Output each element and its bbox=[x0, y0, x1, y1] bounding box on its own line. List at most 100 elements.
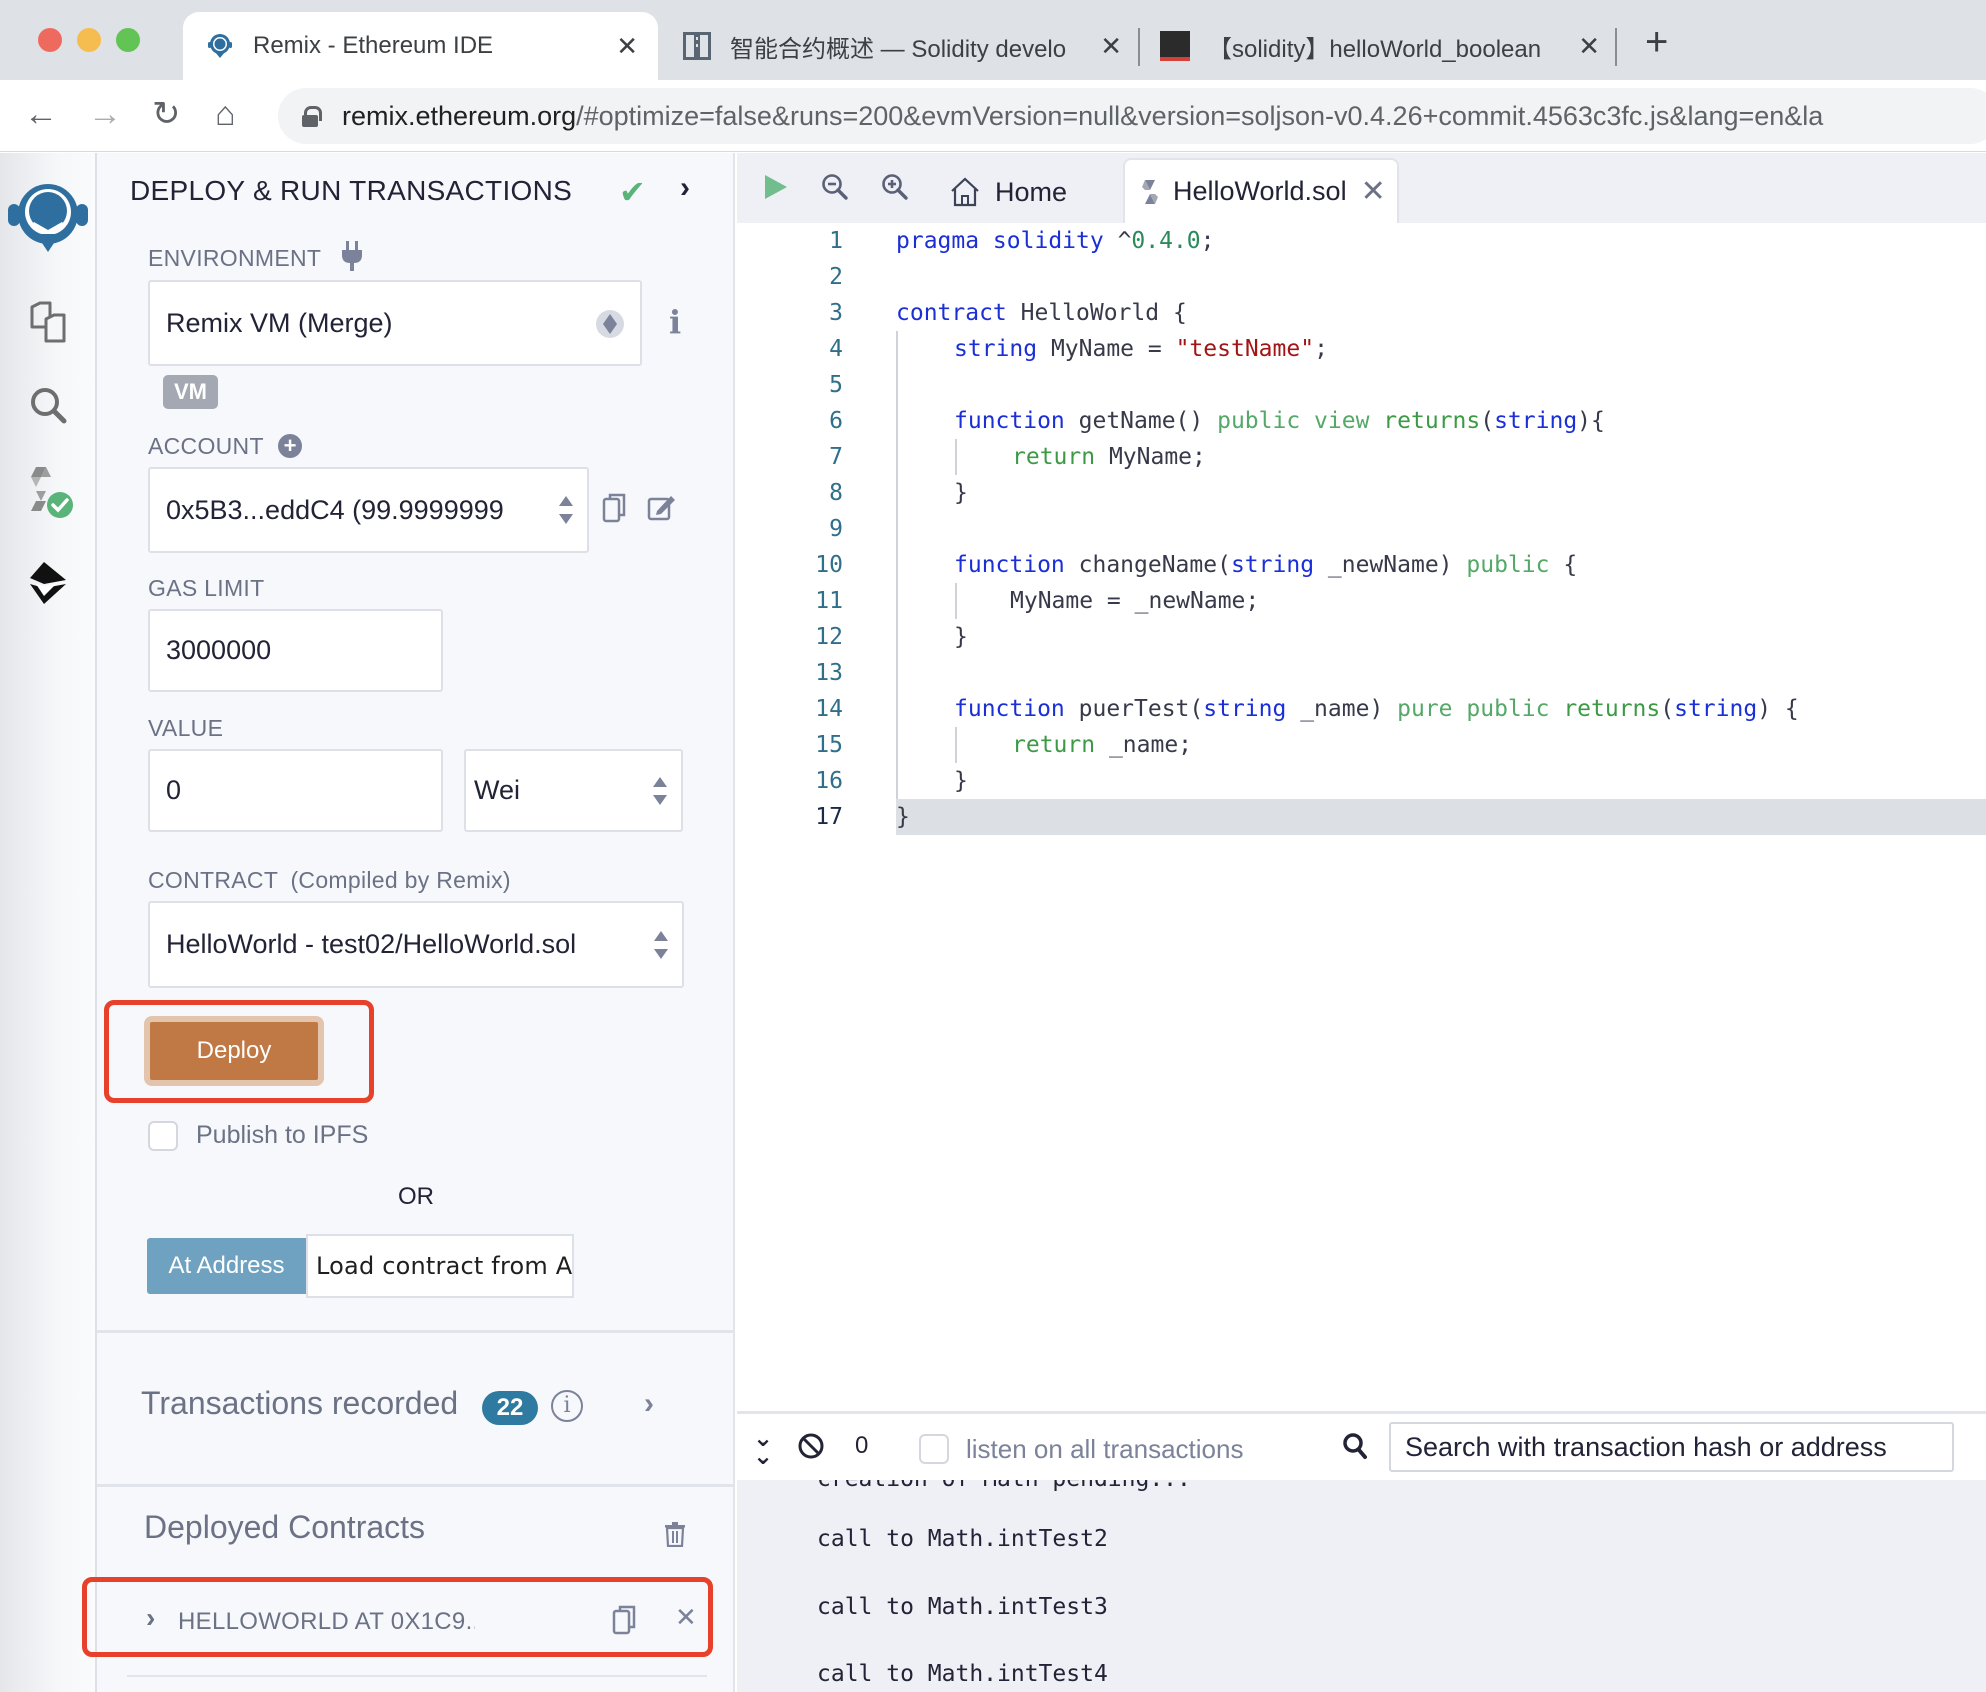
copy-icon[interactable] bbox=[602, 493, 628, 523]
remove-instance-icon[interactable]: ✕ bbox=[675, 1602, 697, 1633]
solidity-compiler-button[interactable] bbox=[0, 458, 95, 528]
chevron-right-icon[interactable]: › bbox=[680, 171, 690, 205]
terminal-output: creation of Math pending... call to Math… bbox=[737, 1480, 1986, 1692]
run-script-icon[interactable] bbox=[763, 173, 789, 201]
listen-all-checkbox[interactable] bbox=[919, 1434, 949, 1464]
close-tab-icon[interactable]: ✕ bbox=[1578, 31, 1600, 62]
gas-limit-value: 3000000 bbox=[166, 635, 272, 665]
divider bbox=[97, 1330, 733, 1333]
remix-home-button[interactable] bbox=[0, 171, 95, 261]
terminal-log-line: call to Math.intTest3 bbox=[817, 1594, 1108, 1620]
close-tab-icon[interactable]: ✕ bbox=[1100, 31, 1122, 62]
trash-icon[interactable] bbox=[664, 1521, 686, 1547]
code-editor[interactable]: 1 pragma solidity ^0.4.0; 2 3 contract Hel… bbox=[737, 223, 1986, 1412]
icon-panel bbox=[0, 153, 97, 1692]
value-unit-select[interactable]: Wei bbox=[464, 749, 683, 832]
new-tab-button[interactable]: + bbox=[1645, 22, 1668, 62]
line-number: 16 bbox=[815, 768, 843, 794]
code-line: 8} bbox=[737, 475, 1986, 511]
clear-console-icon[interactable] bbox=[797, 1432, 825, 1460]
listen-all-label: listen on all transactions bbox=[966, 1434, 1244, 1464]
expand-instance-icon[interactable]: › bbox=[146, 1602, 155, 1634]
search-button[interactable] bbox=[0, 375, 95, 435]
zoom-out-icon[interactable] bbox=[821, 173, 849, 201]
home-icon bbox=[951, 177, 979, 207]
contract-label: CONTRACT (Compiled by Remix) bbox=[148, 867, 511, 894]
select-arrows-icon bbox=[653, 776, 667, 805]
ethereum-deploy-icon bbox=[29, 562, 66, 604]
tab-title: 【solidity】helloWorld_boolean bbox=[1208, 35, 1542, 63]
line-number: 9 bbox=[829, 516, 843, 542]
tab-home[interactable]: Home bbox=[949, 163, 1067, 221]
value-unit: Wei bbox=[474, 775, 521, 805]
code-line: 2 bbox=[737, 259, 1986, 295]
environment-label: ENVIRONMENT bbox=[148, 245, 322, 271]
account-select[interactable]: 0x5B3...eddC4 (99.9999999 bbox=[148, 467, 589, 553]
add-account-icon[interactable]: + bbox=[278, 434, 302, 458]
line-number: 2 bbox=[829, 264, 843, 290]
files-icon bbox=[30, 301, 65, 343]
browser-tab-csdn[interactable]: 【solidity】helloWorld_boolean ✕ bbox=[1160, 12, 1600, 80]
deploy-run-button[interactable] bbox=[0, 548, 95, 618]
contract-sublabel: (Compiled by Remix) bbox=[290, 867, 511, 893]
load-address-input[interactable]: Load contract from Address bbox=[306, 1234, 574, 1298]
vm-badge: VM bbox=[163, 375, 218, 409]
environment-value: Remix VM (Merge) bbox=[166, 307, 393, 338]
account-value: 0x5B3...eddC4 (99.9999999 bbox=[166, 494, 504, 525]
browser-tab-solidity-docs[interactable]: 智能合约概述 — Solidity develo ✕ bbox=[682, 12, 1122, 80]
deploy-button[interactable]: Deploy bbox=[144, 1016, 324, 1086]
collapse-terminal-icon[interactable]: ⌄ ⌄ bbox=[753, 1427, 773, 1469]
publish-ipfs-checkbox[interactable] bbox=[148, 1121, 178, 1151]
search-icon bbox=[1343, 1433, 1367, 1459]
tab-home-label: Home bbox=[995, 176, 1068, 207]
browser-tab-remix[interactable]: Remix - Ethereum IDE ✕ bbox=[183, 12, 658, 80]
value-input[interactable]: 0 bbox=[148, 749, 443, 832]
contract-select[interactable]: HelloWorld - test02/HelloWorld.sol bbox=[148, 901, 684, 988]
window-minimize-button[interactable] bbox=[77, 28, 101, 52]
or-label: OR bbox=[398, 1183, 434, 1210]
terminal-search-input[interactable]: Search with transaction hash or address bbox=[1389, 1422, 1954, 1472]
gas-limit-input[interactable]: 3000000 bbox=[148, 609, 443, 692]
select-arrows-icon bbox=[654, 930, 668, 959]
environment-select[interactable]: Remix VM (Merge) bbox=[148, 280, 642, 366]
divider bbox=[127, 1675, 707, 1677]
code-line: 16} bbox=[737, 763, 1986, 799]
chevron-right-icon[interactable]: › bbox=[644, 1387, 654, 1421]
address-bar[interactable]: remix.ethereum.org/#optimize=false&runs=… bbox=[278, 88, 1986, 144]
close-tab-icon[interactable]: ✕ bbox=[1361, 174, 1386, 209]
edit-icon[interactable] bbox=[647, 493, 677, 523]
account-label: ACCOUNT bbox=[148, 433, 264, 459]
search-icon bbox=[30, 388, 66, 424]
code-line: 10 function changeName(string _newName) p… bbox=[737, 547, 1986, 583]
window-close-button[interactable] bbox=[38, 28, 62, 52]
forward-button[interactable]: → bbox=[88, 94, 122, 134]
tab-helloworld-sol[interactable]: HelloWorld.sol ✕ bbox=[1123, 158, 1399, 223]
reload-button[interactable]: ↻ bbox=[152, 94, 181, 134]
contract-value: HelloWorld - test02/HelloWorld.sol bbox=[166, 929, 577, 959]
value-label: VALUE bbox=[148, 715, 224, 741]
tab-separator bbox=[1138, 28, 1140, 66]
line-number: 11 bbox=[815, 588, 843, 614]
deployed-instance-title[interactable]: HELLOWORLD AT 0X1C9...2B4BD ( bbox=[178, 1608, 475, 1636]
line-number: 13 bbox=[815, 660, 843, 686]
terminal-log-line: call to Math.intTest4 bbox=[817, 1661, 1108, 1687]
info-icon[interactable]: i bbox=[551, 1390, 583, 1422]
home-button[interactable]: ⌂ bbox=[215, 94, 236, 134]
file-explorer-button[interactable] bbox=[0, 293, 95, 353]
transactions-recorded-label[interactable]: Transactions recorded bbox=[141, 1385, 458, 1422]
copy-address-icon[interactable] bbox=[612, 1605, 638, 1635]
code-line: 9 bbox=[737, 511, 1986, 547]
url-host: remix.ethereum.org bbox=[342, 100, 577, 131]
back-button[interactable]: ← bbox=[24, 94, 58, 134]
line-number: 6 bbox=[829, 408, 843, 434]
zoom-in-icon[interactable] bbox=[881, 173, 909, 201]
csdn-icon bbox=[1160, 31, 1190, 61]
close-tab-icon[interactable]: ✕ bbox=[616, 31, 638, 62]
plug-icon bbox=[342, 241, 362, 271]
line-number: 14 bbox=[815, 696, 843, 722]
code-line: 13 bbox=[737, 655, 1986, 691]
window-zoom-button[interactable] bbox=[116, 28, 140, 52]
at-address-button[interactable]: At Address bbox=[147, 1238, 306, 1294]
line-number: 15 bbox=[815, 732, 843, 758]
info-icon[interactable]: i bbox=[669, 303, 681, 341]
